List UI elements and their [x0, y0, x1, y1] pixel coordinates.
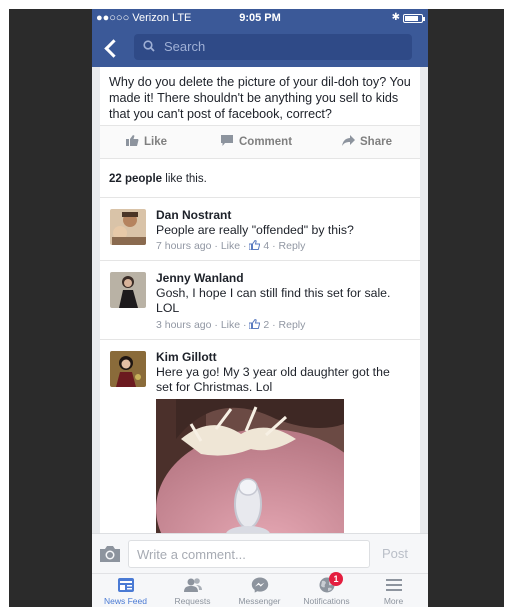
comment-text: Gosh, I hope I can still find this set f… — [156, 286, 391, 315]
likes-suffix: like this. — [162, 173, 207, 185]
comment-like-link[interactable]: Like — [221, 240, 240, 252]
tab-label: Requests — [174, 596, 211, 606]
likes-count[interactable]: 22 people — [109, 173, 162, 185]
search-input[interactable]: Search — [134, 34, 412, 60]
comment-input[interactable]: Write a comment... — [128, 540, 370, 568]
avatar[interactable] — [110, 351, 146, 387]
comment-item: Jenny Wanland Gosh, I hope I can still f… — [100, 262, 420, 340]
back-arrow-icon[interactable] — [102, 37, 122, 59]
comment-reply-link[interactable]: Reply — [279, 240, 306, 252]
like-label: Like — [144, 136, 168, 148]
search-placeholder: Search — [164, 39, 206, 54]
tab-label: News Feed — [104, 596, 147, 606]
comment-like-count[interactable]: 2 — [263, 319, 269, 331]
tab-notifications[interactable]: 1 Notifications — [293, 572, 360, 607]
share-arrow-icon — [342, 135, 355, 146]
camera-icon[interactable] — [99, 545, 121, 563]
comment-button[interactable]: Comment — [221, 135, 292, 148]
share-label: Share — [360, 136, 392, 148]
friend-requests-icon — [184, 578, 202, 592]
search-icon — [143, 40, 155, 52]
post-text: Why do you delete the picture of your di… — [109, 75, 411, 121]
news-feed-icon — [118, 578, 134, 592]
comment-author[interactable]: Kim Gillott — [156, 350, 217, 364]
comment-meta: 7 hours ago · Like · 4 · Reply — [156, 240, 306, 252]
tab-messenger[interactable]: Messenger — [226, 574, 293, 607]
comment-time: 7 hours ago — [156, 240, 212, 252]
thumbs-up-icon — [249, 240, 261, 250]
post-actions: Like Comment Share — [100, 125, 420, 159]
comment-input-placeholder: Write a comment... — [137, 547, 246, 562]
like-button[interactable]: Like — [126, 135, 167, 148]
tab-label: Notifications — [303, 596, 350, 606]
left-background — [9, 9, 92, 607]
comment-icon — [221, 135, 233, 146]
status-bar: ●●○○○ Verizon LTE 9:05 PM ✱ — [92, 9, 428, 29]
comment-item: Dan Nostrant People are really "offended… — [100, 199, 420, 261]
battery-icon — [403, 14, 425, 23]
share-button[interactable]: Share — [342, 135, 392, 148]
tab-more[interactable]: More — [360, 574, 427, 607]
comment-reply-link[interactable]: Reply — [279, 319, 306, 331]
avatar[interactable] — [110, 209, 146, 245]
tab-label: More — [383, 596, 404, 606]
messenger-icon — [251, 577, 269, 593]
avatar[interactable] — [110, 272, 146, 308]
thumbs-up-icon — [249, 319, 261, 329]
phone-screen: ●●○○○ Verizon LTE 9:05 PM ✱ Search Why d… — [92, 9, 428, 607]
comment-text: People are really "offended" by this? — [156, 223, 354, 237]
comment-like-count[interactable]: 4 — [263, 240, 269, 252]
comment-photo[interactable] — [156, 399, 344, 533]
comment-author[interactable]: Jenny Wanland — [156, 271, 244, 285]
tab-news-feed[interactable]: News Feed — [92, 574, 159, 607]
comment-meta: 3 hours ago · Like · 2 · Reply — [156, 319, 306, 331]
clock: 9:05 PM — [239, 12, 281, 24]
comment-label: Comment — [239, 136, 293, 148]
bluetooth-icon: ✱ — [391, 12, 400, 23]
comment-text: Here ya go! My 3 year old daughter got t… — [156, 365, 390, 394]
screenshot-frame: ●●○○○ Verizon LTE 9:05 PM ✱ Search Why d… — [0, 0, 513, 613]
nav-bar: Search — [92, 29, 428, 67]
comment-like-link[interactable]: Like — [221, 319, 240, 331]
tab-label: Messenger — [238, 596, 281, 606]
comment-item: Kim Gillott Here ya go! My 3 year old da… — [100, 341, 420, 533]
comments-scroll-area[interactable]: Why do you delete the picture of your di… — [92, 67, 428, 533]
comment-author[interactable]: Dan Nostrant — [156, 208, 231, 222]
comment-composer: Write a comment... Post — [92, 533, 428, 573]
thumbs-up-icon — [126, 135, 139, 146]
tab-bar: News Feed Requests Messenger 1 Notificat… — [92, 572, 428, 607]
tab-requests[interactable]: Requests — [159, 574, 226, 607]
notification-badge: 1 — [329, 572, 343, 586]
post-button[interactable]: Post — [382, 546, 408, 561]
menu-icon — [386, 579, 402, 591]
post-card: Why do you delete the picture of your di… — [100, 67, 420, 533]
comment-time: 3 hours ago — [156, 319, 212, 331]
right-background — [428, 9, 504, 607]
likes-summary[interactable]: 22 people like this. — [100, 160, 420, 198]
